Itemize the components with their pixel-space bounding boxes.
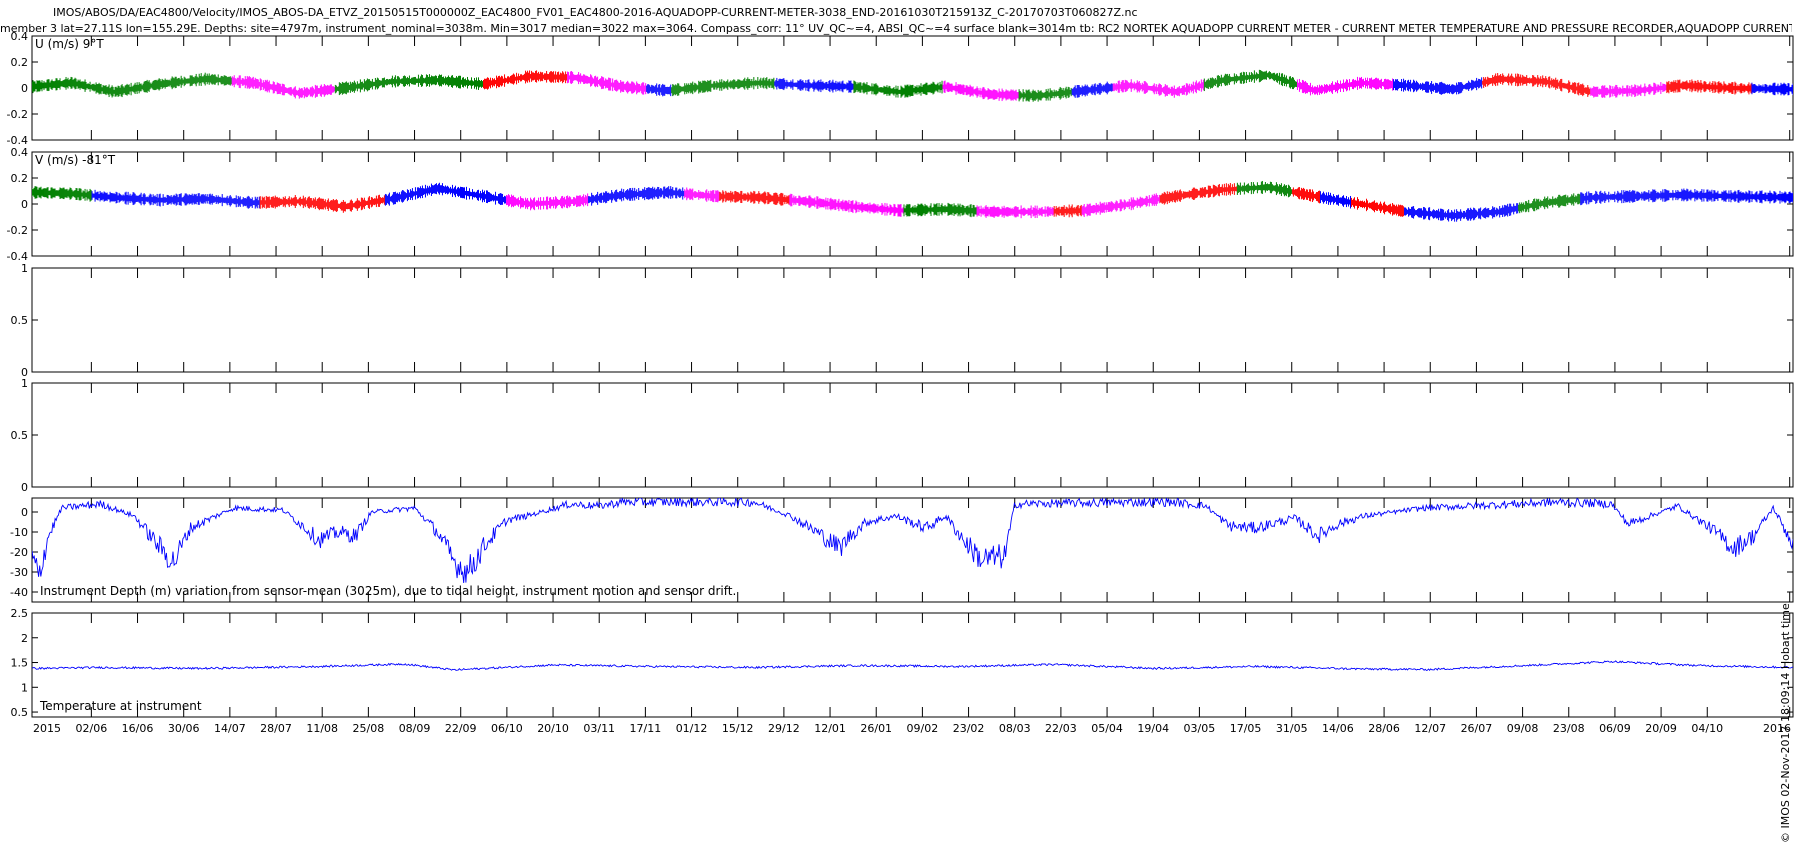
temperature-series-line: [32, 660, 1793, 672]
y-tick-label: 1: [21, 377, 28, 390]
x-tick-label: 06/09: [1599, 722, 1631, 735]
y-tick-label: 0.5: [11, 706, 29, 719]
y-tick-label: -10: [10, 526, 28, 539]
x-tick-label: 11/08: [306, 722, 338, 735]
x-tick-label: 16/06: [122, 722, 154, 735]
y-tick-label: -0.2: [7, 224, 28, 237]
x-tick-label: 09/08: [1507, 722, 1539, 735]
x-tick-label: 08/03: [999, 722, 1031, 735]
y-tick-label: 0.4: [11, 146, 29, 159]
panel-label: U (m/s) 9°T: [35, 37, 104, 51]
x-tick-label: 28/06: [1368, 722, 1400, 735]
y-tick-label: 0.2: [11, 172, 29, 185]
panel-label: Temperature at instrument: [39, 699, 202, 713]
x-tick-label: 20/10: [537, 722, 569, 735]
v-velocity-panel: 0.40.20-0.2-0.4V (m/s) -81°T: [7, 146, 1794, 263]
x-tick-label: 08/09: [399, 722, 431, 735]
x-tick-label: 09/02: [907, 722, 939, 735]
x-tick-label: 22/03: [1045, 722, 1077, 735]
y-tick-label: 0.2: [11, 56, 29, 69]
x-tick-label: 30/06: [168, 722, 200, 735]
y-tick-label: -0.2: [7, 108, 28, 121]
timestamp-credit: © IMOS 02-Nov-2017 18:09:14 Hobart time: [1779, 603, 1792, 843]
x-tick-label: 20/09: [1645, 722, 1677, 735]
y-tick-label: -40: [10, 586, 28, 599]
x-tick-label: 17/11: [630, 722, 662, 735]
x-tick-label: 23/02: [953, 722, 985, 735]
y-tick-label: 0.5: [11, 429, 29, 442]
x-tick-label: 14/06: [1322, 722, 1354, 735]
x-tick-label: 06/10: [491, 722, 523, 735]
x-tick-label: 02/06: [76, 722, 108, 735]
time-axis: 2015 02/06 16/06 30/06 14/07 28/07 11/08 25/08 0…: [33, 722, 1791, 735]
x-tick-label: 03/11: [583, 722, 615, 735]
x-tick-label: 03/05: [1184, 722, 1216, 735]
x-tick-label: 17/05: [1230, 722, 1262, 735]
y-tick-label: -20: [10, 546, 28, 559]
x-tick-label: 23/08: [1553, 722, 1585, 735]
x-tick-label: 04/10: [1691, 722, 1723, 735]
axes-frame: [31, 382, 1794, 488]
temperature-panel: 2.5 2 1.5 1 0.5 Temperature at instrument: [11, 607, 1794, 719]
x-tick-label: 01/12: [676, 722, 708, 735]
y-tick-label: 0.5: [11, 314, 29, 327]
x-tick-label: 28/07: [260, 722, 292, 735]
panel-label: Instrument Depth (m) variation from sens…: [40, 584, 736, 598]
x-tick-label: 22/09: [445, 722, 477, 735]
x-tick-label: 05/04: [1091, 722, 1123, 735]
x-tick-label: 29/12: [768, 722, 800, 735]
x-tick-label: 12/07: [1414, 722, 1446, 735]
x-tick-label: 12/01: [814, 722, 846, 735]
y-tick-label: 0.4: [11, 30, 29, 43]
y-tick-label: 2.5: [11, 607, 29, 620]
y-tick-label: -30: [10, 566, 28, 579]
x-tick-label: 26/07: [1461, 722, 1493, 735]
y-tick-label: 0: [21, 506, 28, 519]
y-tick-label: 0: [21, 82, 28, 95]
empty-panel-2: 10.50: [11, 377, 1794, 494]
x-tick-label: 25/08: [353, 722, 385, 735]
chart-figure: 0.40.20-0.2-0.4U (m/s) 9°T 0.40.20-0.2-0…: [7, 30, 1794, 735]
depth-panel: 0 -10 -20 -30 -40 Instrument Depth (m) variat…: [10, 497, 1794, 603]
x-tick-label: 26/01: [860, 722, 892, 735]
axes-frame: [31, 35, 1794, 141]
empty-panel-1: 10.50: [11, 262, 1794, 379]
depth-series-line: [32, 498, 1793, 584]
x-tick-label: 15/12: [722, 722, 754, 735]
y-tick-label: 1: [21, 262, 28, 275]
y-tick-label: 1.5: [11, 657, 29, 670]
axes-frame: [31, 267, 1794, 373]
y-tick-label: 0: [21, 198, 28, 211]
x-tick-label: 19/04: [1137, 722, 1169, 735]
y-tick-label: 1: [21, 681, 28, 694]
u-velocity-panel: 0.40.20-0.2-0.4U (m/s) 9°T: [7, 30, 1794, 147]
x-tick-label: 14/07: [214, 722, 246, 735]
y-tick-label: 0: [21, 481, 28, 494]
x-tick-label: 31/05: [1276, 722, 1308, 735]
panel-label: V (m/s) -81°T: [35, 153, 116, 167]
x-tick-label: 2015: [33, 722, 61, 735]
y-tick-label: 2: [21, 632, 28, 645]
